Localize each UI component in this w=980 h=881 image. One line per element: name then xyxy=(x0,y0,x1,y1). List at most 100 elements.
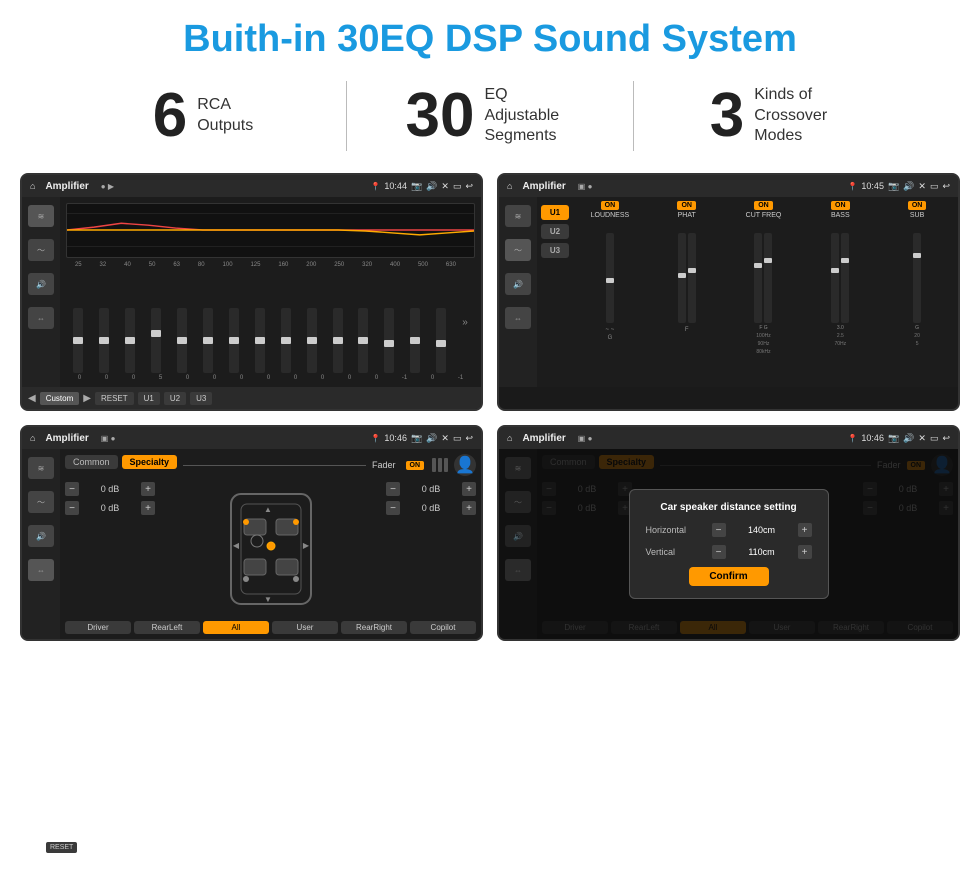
eq-u1-btn[interactable]: U1 xyxy=(138,392,160,405)
eq-slider-4[interactable] xyxy=(177,308,187,373)
sidebar-wave-icon-3[interactable]: 〜 xyxy=(28,491,54,513)
x-icon-4: ✕ xyxy=(918,433,926,444)
status-icons-2: 📍 10:45 📷 🔊 ✕ ▭ ↩ xyxy=(847,181,950,192)
eq-slider-7[interactable] xyxy=(255,308,265,373)
freq-400: 400 xyxy=(390,262,400,268)
status-icons-1: 📍 10:44 📷 🔊 ✕ ▭ ↩ xyxy=(370,181,473,192)
eq-slider-10[interactable] xyxy=(333,308,343,373)
sidebar-wave-icon[interactable]: 〜 xyxy=(28,239,54,261)
cross-vslider-p1[interactable] xyxy=(678,233,686,323)
sp-rl-plus[interactable]: + xyxy=(141,501,155,515)
eq-slider-8[interactable] xyxy=(281,308,291,373)
dialog-vertical-minus[interactable]: − xyxy=(712,545,726,559)
eq-slider-1[interactable] xyxy=(99,308,109,373)
eq-u2-btn[interactable]: U2 xyxy=(164,392,186,405)
fader-on-btn[interactable]: ON xyxy=(406,461,425,470)
cross-presets: U1 U2 U3 xyxy=(541,201,569,383)
left-sidebar-3: ≋ 〜 🔊 ⇔ xyxy=(22,449,60,639)
tab-specialty[interactable]: Specialty xyxy=(122,455,178,469)
dialog-horizontal-minus[interactable]: − xyxy=(712,523,726,537)
sidebar-vol-icon[interactable]: 🔊 xyxy=(28,273,54,295)
cross-vslider-b2[interactable] xyxy=(841,233,849,323)
sp-rl-minus[interactable]: − xyxy=(65,501,79,515)
sp-rr-plus[interactable]: + xyxy=(462,501,476,515)
freq-500: 500 xyxy=(418,262,428,268)
cross-on-phat[interactable]: ON xyxy=(677,201,696,210)
sp-rr-minus[interactable]: − xyxy=(386,501,400,515)
eq-custom-btn[interactable]: Custom xyxy=(40,392,80,405)
eq-slider-9[interactable] xyxy=(307,308,317,373)
sp-fr-minus[interactable]: − xyxy=(386,482,400,496)
eq-u3-btn[interactable]: U3 xyxy=(190,392,212,405)
cross-u3-btn[interactable]: U3 xyxy=(541,243,569,258)
eq-slider-13[interactable] xyxy=(410,308,420,373)
sidebar-wave-icon-2[interactable]: 〜 xyxy=(505,239,531,261)
dialog-vertical-input: − 110cm + xyxy=(712,545,812,559)
sidebar-bal-icon[interactable]: ⇔ xyxy=(28,307,54,329)
cross-vslider-s1[interactable] xyxy=(913,233,921,323)
eq-slider-11[interactable] xyxy=(358,308,368,373)
cross-vslider-p2[interactable] xyxy=(688,233,696,323)
sp-fl-plus[interactable]: + xyxy=(141,482,155,496)
eq-next-btn[interactable]: ▶ xyxy=(83,393,91,404)
cross-channel-loudness: ON LOUDNESS ~ ~ G xyxy=(573,201,647,383)
cross-u1-btn[interactable]: U1 xyxy=(541,205,569,220)
location-icon-1: 📍 xyxy=(370,182,380,191)
cross-on-cutfreq[interactable]: ON xyxy=(754,201,773,210)
tab-common[interactable]: Common xyxy=(65,455,118,469)
eq-slider-3[interactable] xyxy=(151,308,161,373)
eq-prev-btn[interactable]: ◀ xyxy=(28,393,36,404)
btn-rearleft[interactable]: RearLeft xyxy=(134,621,200,634)
status-icons-3: 📍 10:46 📷 🔊 ✕ ▭ ↩ xyxy=(370,433,473,444)
sp-fr-plus[interactable]: + xyxy=(462,482,476,496)
rect-icon-1: ▭ xyxy=(453,181,462,192)
sidebar-bal-icon-3[interactable]: ⇔ xyxy=(28,559,54,581)
play-dots-1: ● ▶ xyxy=(101,182,114,191)
screen-crossover: ⌂ Amplifier ▣ ● 📍 10:45 📷 🔊 ✕ ▭ ↩ ≋ 〜 🔊 … xyxy=(497,173,960,411)
eq-slider-14[interactable] xyxy=(436,308,446,373)
btn-driver[interactable]: Driver xyxy=(65,621,131,634)
cross-vslider-cf1[interactable] xyxy=(754,233,762,323)
cross-on-bass[interactable]: ON xyxy=(831,201,850,210)
freq-25: 25 xyxy=(75,262,82,268)
svg-text:▼: ▼ xyxy=(264,595,272,604)
eq-slider-6[interactable] xyxy=(229,308,239,373)
sidebar-vol-icon-2[interactable]: 🔊 xyxy=(505,273,531,295)
btn-all[interactable]: All xyxy=(203,621,269,634)
eq-slider-0[interactable] xyxy=(73,308,83,373)
cross-u2-btn[interactable]: U2 xyxy=(541,224,569,239)
btn-rearright[interactable]: RearRight xyxy=(341,621,407,634)
dialog-vertical-plus[interactable]: + xyxy=(798,545,812,559)
cross-vslider-cf2[interactable] xyxy=(764,233,772,323)
eq-slider-12[interactable] xyxy=(384,308,394,373)
dialog-horizontal-plus[interactable]: + xyxy=(798,523,812,537)
status-icons-4: 📍 10:46 📷 🔊 ✕ ▭ ↩ xyxy=(847,433,950,444)
home-icon-1: ⌂ xyxy=(30,181,35,191)
rect-icon-4: ▭ xyxy=(930,433,939,444)
btn-copilot[interactable]: Copilot xyxy=(410,621,476,634)
status-bar-4: ⌂ Amplifier ▣ ● 📍 10:46 📷 🔊 ✕ ▭ ↩ xyxy=(499,427,958,449)
sp-fl-minus[interactable]: − xyxy=(65,482,79,496)
cross-vslider-l1[interactable] xyxy=(606,233,614,323)
cross-vslider-b1[interactable] xyxy=(831,233,839,323)
vol-icon-3: 🔊 xyxy=(426,433,437,444)
sidebar-eq-icon-2[interactable]: ≋ xyxy=(505,205,531,227)
cross-main: U1 U2 U3 ON LOUDNESS ~ ~ G xyxy=(537,197,958,387)
left-sidebar-1: ≋ 〜 🔊 ⇔ xyxy=(22,197,60,387)
sidebar-vol-icon-3[interactable]: 🔊 xyxy=(28,525,54,547)
cross-on-loudness[interactable]: ON xyxy=(601,201,620,210)
eq-slider-5[interactable] xyxy=(203,308,213,373)
speaker-left-controls: − 0 dB + − 0 dB + xyxy=(65,482,155,616)
eq-reset-btn[interactable]: RESET xyxy=(95,392,134,405)
cross-channels: ON LOUDNESS ~ ~ G ON PHAT xyxy=(573,201,954,383)
confirm-button[interactable]: Confirm xyxy=(689,567,769,586)
cross-on-sub[interactable]: ON xyxy=(908,201,927,210)
sidebar-bal-icon-2[interactable]: ⇔ xyxy=(505,307,531,329)
eq-slider-2[interactable] xyxy=(125,308,135,373)
sidebar-eq-icon[interactable]: ≋ xyxy=(28,205,54,227)
play-dots-2: ▣ ● xyxy=(578,182,593,191)
btn-user[interactable]: User xyxy=(272,621,338,634)
dialog-horizontal-label: Horizontal xyxy=(646,525,706,535)
freq-80: 80 xyxy=(198,262,205,268)
sidebar-eq-icon-3[interactable]: ≋ xyxy=(28,457,54,479)
